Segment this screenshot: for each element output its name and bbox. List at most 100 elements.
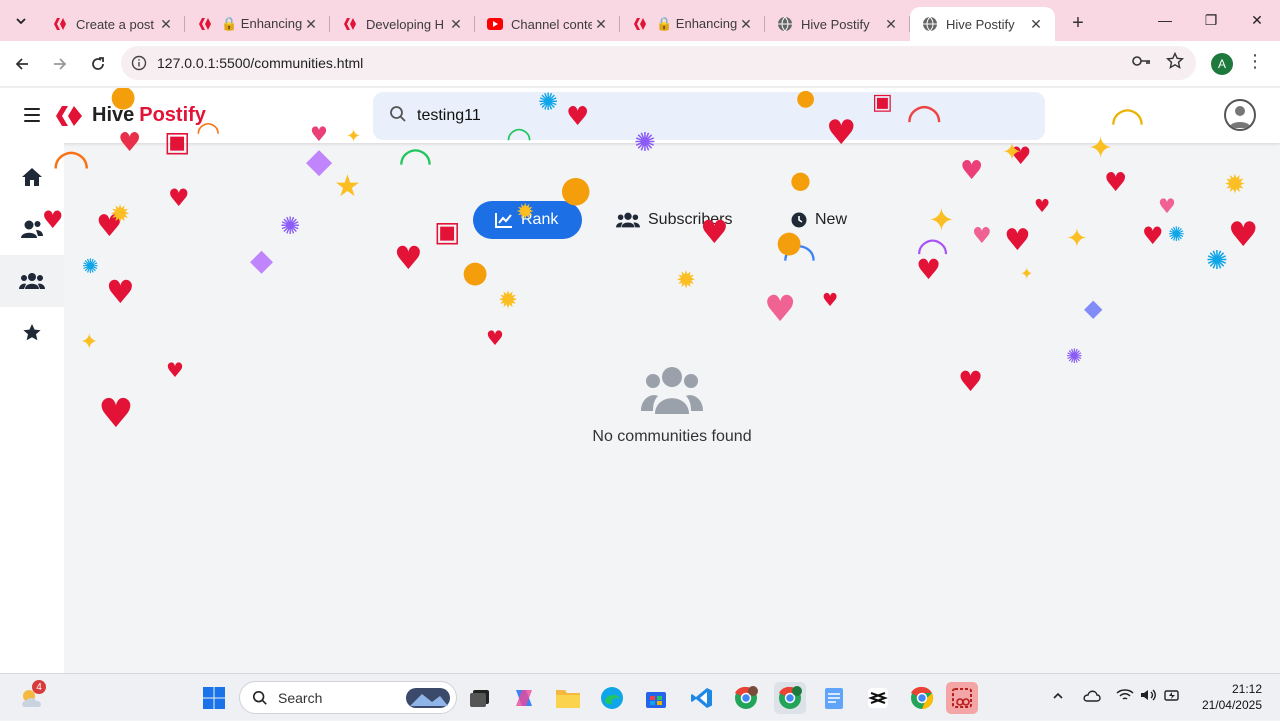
taskbar-clock[interactable]: 21:12 21/04/2025	[1196, 681, 1262, 713]
volume-icon[interactable]	[1140, 688, 1158, 707]
taskbar-search[interactable]: Search	[239, 681, 457, 714]
vscode-icon[interactable]	[686, 682, 718, 714]
brand-name-part1: Hive	[92, 104, 135, 126]
window-controls: — ❐ ✕	[1142, 0, 1280, 40]
password-key-icon[interactable]	[1132, 54, 1152, 72]
tab-title: 🔒 Enhancing	[221, 16, 302, 31]
globe-icon	[777, 16, 793, 32]
windows-start-icon[interactable]	[198, 682, 230, 714]
browser-profile-avatar[interactable]: A	[1211, 53, 1233, 75]
new-tab-button[interactable]: +	[1063, 8, 1093, 38]
browser-tab[interactable]: Hive Postify ✕	[765, 7, 910, 41]
sort-new-label: New	[815, 211, 848, 228]
file-explorer-icon[interactable]	[552, 682, 584, 714]
browser-tab[interactable]: 🔒 Enhancing ✕	[620, 7, 765, 41]
chevron-up-icon[interactable]	[1052, 689, 1064, 707]
user-icon	[1229, 106, 1251, 128]
address-bar[interactable]: 127.0.0.1:5500/communities.html	[121, 46, 1196, 80]
communities-icon	[616, 212, 640, 228]
clock-time: 21:12	[1231, 682, 1262, 696]
sort-rank-label: Rank	[521, 211, 559, 228]
close-window-icon[interactable]: ✕	[1234, 0, 1280, 40]
reload-icon	[92, 56, 104, 70]
capcut-icon[interactable]	[862, 682, 894, 714]
tab-title: Channel conte	[511, 16, 592, 32]
task-view-icon[interactable]	[464, 682, 496, 714]
reload-button[interactable]	[80, 46, 116, 82]
battery-icon[interactable]	[1164, 687, 1182, 708]
empty-state-text: No communities found	[592, 428, 752, 445]
close-icon[interactable]: ✕	[592, 16, 610, 33]
sidebar-item-favorites[interactable]	[0, 307, 64, 359]
sidebar-item-home[interactable]	[0, 151, 64, 203]
sort-subscribers-label: Subscribers	[648, 211, 733, 228]
search-input[interactable]	[417, 107, 917, 125]
empty-state: No communities found	[64, 365, 1280, 446]
chrome-profile-icon[interactable]	[730, 682, 762, 714]
tab-title: Hive Postify	[801, 16, 870, 32]
store-icon[interactable]	[640, 682, 672, 714]
notepad-icon[interactable]	[818, 682, 850, 714]
community-search-bar[interactable]	[373, 92, 1045, 140]
tab-title: Hive Postify	[946, 16, 1015, 32]
site-info-icon[interactable]	[121, 55, 157, 71]
copilot-icon[interactable]	[508, 682, 540, 714]
close-icon[interactable]: ✕	[302, 16, 320, 33]
arrow-right-icon	[54, 57, 67, 70]
minimize-icon[interactable]: —	[1142, 0, 1188, 40]
bookmark-star-icon[interactable]	[1165, 51, 1185, 75]
browser-menu-icon[interactable]: ⋮	[1246, 51, 1264, 72]
tab-title: Developing H	[366, 16, 445, 32]
wifi-icon[interactable]	[1116, 688, 1134, 707]
snipping-tool-icon[interactable]	[946, 682, 978, 714]
close-icon[interactable]: ✕	[447, 16, 465, 33]
system-tray	[1052, 674, 1182, 721]
close-icon[interactable]: ✕	[157, 16, 175, 33]
clock-icon	[791, 212, 807, 228]
hive-icon	[52, 16, 68, 32]
sort-subscribers-button[interactable]: Subscribers	[616, 201, 732, 239]
taskbar-search-label: Search	[278, 689, 323, 706]
onedrive-icon[interactable]	[1082, 688, 1102, 707]
hive-icon	[342, 16, 358, 32]
close-icon[interactable]: ✕	[737, 16, 755, 33]
chevron-down-icon	[16, 18, 26, 25]
search-icon	[389, 105, 407, 128]
browser-tab-strip: Create a post ✕ 🔒 Enhancing ✕ Developing…	[0, 0, 1280, 41]
sidebar-item-users[interactable]	[0, 203, 64, 255]
brand-logo[interactable]: Hive Postify	[54, 104, 206, 127]
url-text: 127.0.0.1:5500/communities.html	[157, 55, 364, 71]
browser-tab-active[interactable]: Hive Postify ✕	[910, 7, 1055, 41]
communities-icon	[19, 273, 45, 289]
brand-name-part2: Postify	[139, 104, 206, 126]
chrome-active-icon[interactable]	[774, 682, 806, 714]
globe-icon	[922, 16, 938, 32]
hamburger-menu-icon[interactable]	[24, 108, 40, 122]
hive-logo-icon	[56, 105, 82, 126]
sidebar-item-communities[interactable]	[0, 255, 64, 307]
arrow-left-icon	[15, 57, 28, 70]
chrome-icon[interactable]	[906, 682, 938, 714]
app-header: Hive Postify	[0, 88, 1280, 143]
users-icon	[21, 220, 43, 238]
tab-title: 🔒 Enhancing	[656, 16, 737, 31]
tab-search-dropdown[interactable]	[6, 6, 36, 36]
edge-icon[interactable]	[596, 682, 628, 714]
sort-new-button[interactable]: New	[791, 201, 847, 239]
browser-tab[interactable]: 🔒 Enhancing ✕	[185, 7, 330, 41]
forward-button[interactable]	[42, 46, 78, 82]
communities-main: Rank Subscribers New No communities foun…	[64, 143, 1280, 673]
back-button[interactable]	[4, 46, 40, 82]
browser-toolbar: 127.0.0.1:5500/communities.html A ⋮	[0, 41, 1280, 87]
chart-line-icon	[495, 213, 512, 228]
search-highlight-icon	[406, 687, 450, 708]
close-icon[interactable]: ✕	[1027, 16, 1045, 33]
browser-tab[interactable]: Channel conte ✕	[475, 7, 620, 41]
close-icon[interactable]: ✕	[882, 16, 900, 33]
user-avatar[interactable]	[1224, 99, 1256, 131]
sort-rank-button[interactable]: Rank	[473, 201, 583, 239]
browser-tab[interactable]: Create a post ✕	[40, 7, 185, 41]
browser-tab[interactable]: Developing H ✕	[330, 7, 475, 41]
maximize-icon[interactable]: ❐	[1188, 0, 1234, 40]
home-icon	[22, 168, 42, 186]
